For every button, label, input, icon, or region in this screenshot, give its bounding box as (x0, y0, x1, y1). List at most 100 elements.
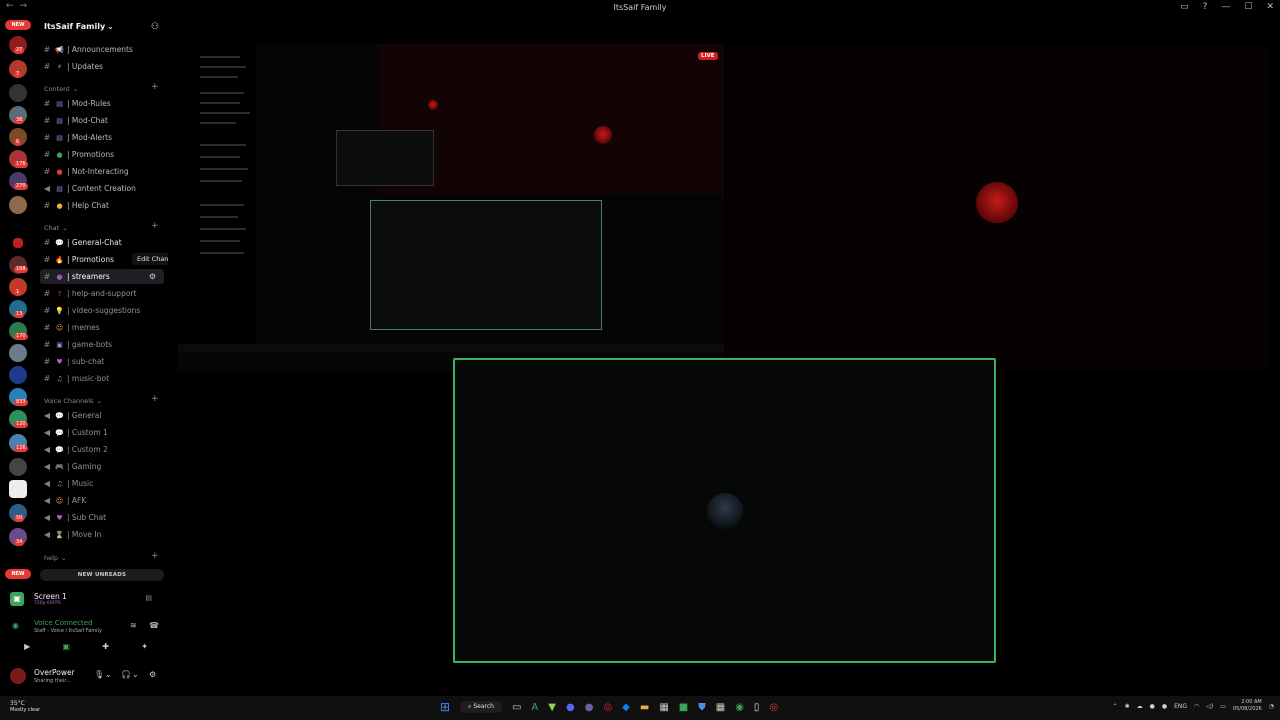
add-channel-icon[interactable]: + (151, 394, 159, 404)
disconnect-icon[interactable]: ☎ (149, 621, 159, 630)
voice-custom-2[interactable]: ◀ 💬 | Custom 2 (40, 442, 164, 457)
file-icon[interactable]: ▯ (754, 702, 760, 713)
record-icon[interactable]: ◎ (769, 702, 778, 713)
channel-mod-alerts[interactable]: # ▤ | Mod-Alerts (40, 130, 164, 145)
channel-announcements[interactable]: # 📢 | Announcements (40, 42, 164, 57)
app-icon[interactable]: A (531, 702, 538, 713)
soundboard-icon[interactable]: ✦ (141, 642, 148, 656)
channel-help-chat[interactable]: # ● | Help Chat (40, 198, 164, 213)
chrome-icon[interactable]: ◎ (603, 702, 612, 713)
server-icon[interactable] (9, 196, 27, 214)
calculator-icon[interactable]: ▦ (716, 702, 725, 713)
add-member-icon[interactable]: ⚇ (151, 22, 159, 32)
chevron-up-icon[interactable]: ⌃ (1113, 703, 1118, 710)
voice-afk[interactable]: ◀ ☺ | AFK (40, 493, 164, 508)
category-voice[interactable]: Voice Channels ⌄ (44, 397, 102, 405)
inbox-icon[interactable]: ▭ (1180, 2, 1189, 12)
microphone-icon[interactable]: 🎙 (94, 670, 104, 679)
notification-icon[interactable]: ◔ (1269, 703, 1274, 710)
clock[interactable]: 2:00 AM 05/08/2026 (1233, 699, 1262, 713)
channel-streamers[interactable]: # ● | streamers ⚙ (40, 269, 164, 284)
server-icon[interactable] (9, 84, 27, 102)
battery-icon[interactable]: ▭ (1220, 703, 1226, 710)
maximize-button[interactable]: ☐ (1244, 2, 1252, 12)
channel-music-bot[interactable]: # ♫ | music-bot (40, 371, 164, 386)
wifi-icon[interactable]: ◠ (1194, 703, 1199, 710)
windows-start-icon[interactable]: ⊞ (440, 700, 450, 714)
channel-sub-chat[interactable]: # ♥ | sub-chat (40, 354, 164, 369)
stream-tile-avatar[interactable] (726, 46, 1270, 370)
shield-icon[interactable]: ⛊ (698, 702, 706, 713)
voice-custom-1[interactable]: ◀ 💬 | Custom 1 (40, 425, 164, 440)
camera-off-icon[interactable]: ▶ (24, 642, 30, 656)
channel-general-chat[interactable]: # 💬 | General-Chat (40, 235, 164, 250)
gear-icon[interactable]: ⚙ (149, 272, 156, 281)
copilot-icon[interactable]: ◆ (622, 702, 630, 713)
add-channel-icon[interactable]: + (151, 82, 159, 92)
close-button[interactable]: ✕ (1266, 2, 1274, 12)
task-view-icon[interactable]: ▭ (512, 702, 521, 713)
server-icon[interactable] (9, 480, 27, 498)
channel-not-interacting[interactable]: # ● | Not-Interacting (40, 164, 164, 179)
server-header[interactable]: ItsSaif Family ⌄ (44, 22, 114, 31)
category-help[interactable]: help ⌄ (44, 554, 67, 562)
store-icon[interactable]: ▦ (659, 702, 668, 713)
new-pill-bottom[interactable]: NEW (5, 569, 31, 579)
channel-content-creation[interactable]: ◀ ▤ | Content Creation (40, 181, 164, 196)
voice-move-in[interactable]: ◀ ⌛ | Move In (40, 527, 164, 542)
voice-general[interactable]: ◀ 💬 | General (40, 408, 164, 423)
voice-sub-chat[interactable]: ◀ ♥ | Sub Chat (40, 510, 164, 525)
app-icon[interactable]: ■ (679, 702, 688, 713)
help-icon[interactable]: ? (1203, 2, 1208, 12)
gear-icon[interactable]: ⚙ (149, 670, 156, 679)
minimize-button[interactable]: — (1221, 2, 1230, 12)
stream-settings-icon[interactable]: ▤ (145, 594, 152, 602)
cloud-icon[interactable]: ☁ (1137, 703, 1143, 710)
channel-promotions-content[interactable]: # ● | Promotions (40, 147, 164, 162)
server-icon[interactable] (9, 344, 27, 362)
folder-icon[interactable]: ▬ (640, 702, 649, 713)
bluetooth-icon[interactable]: ✱ (1125, 703, 1130, 710)
noise-suppression-icon[interactable]: ≋ (130, 621, 137, 630)
volume-icon[interactable]: ◁) (1206, 703, 1213, 710)
app-icon[interactable]: ▼ (548, 702, 556, 713)
add-channel-icon[interactable]: + (151, 551, 159, 561)
channel-updates[interactable]: # ⚡ | Updates (40, 59, 164, 74)
new-unreads-button[interactable]: NEW UNREADS (40, 569, 164, 581)
server-icon[interactable] (9, 366, 27, 384)
activities-icon[interactable]: ✚ (102, 642, 109, 656)
headphones-icon[interactable]: 🎧 (121, 670, 131, 679)
category-chat[interactable]: Chat ⌄ (44, 224, 68, 232)
chevron-down-icon[interactable]: ⌄ (105, 670, 112, 679)
voice-connected-label[interactable]: Voice Connected (34, 619, 93, 627)
voice-music[interactable]: ◀ ♫ | Music (40, 476, 164, 491)
pin-icon[interactable]: ● (1150, 703, 1155, 710)
channel-memes[interactable]: # ☺ | memes (40, 320, 164, 335)
discord-icon[interactable]: ● (566, 702, 575, 713)
edge-icon[interactable]: ◉ (735, 702, 744, 713)
chevron-down-icon[interactable]: ⌄ (132, 670, 139, 679)
teams-icon[interactable]: ● (585, 702, 594, 713)
channel-mod-rules[interactable]: # ▤ | Mod-Rules (40, 96, 164, 111)
stream-tile-speaking[interactable] (453, 358, 996, 663)
language-indicator[interactable]: ENG (1174, 703, 1187, 710)
stream-status[interactable]: ▣ Screen 1 720p 60FPS ▤ (8, 590, 164, 610)
channel-video-suggestions[interactable]: # 💡 | video-suggestions (40, 303, 164, 318)
category-content[interactable]: Content ⌄ (44, 85, 78, 93)
new-pill-top[interactable]: NEW (5, 20, 31, 30)
voice-channel-path[interactable]: Staff - Voice / ItsSaif Family (34, 628, 102, 634)
stream-tile-nested-screen[interactable] (178, 44, 724, 372)
server-icon[interactable] (13, 238, 23, 248)
avatar[interactable] (10, 668, 26, 684)
channel-game-bots[interactable]: # ▣ | game-bots (40, 337, 164, 352)
channel-mod-chat[interactable]: # ▤ | Mod-Chat (40, 113, 164, 128)
taskbar-search[interactable]: ⌕ Search (460, 701, 502, 713)
weather-widget[interactable]: 35°C Mostly clear (10, 700, 40, 713)
server-icon[interactable] (9, 458, 27, 476)
voice-gaming[interactable]: ◀ 🎮 | Gaming (40, 459, 164, 474)
channel-help-and-support[interactable]: # ? | help-and-support (40, 286, 164, 301)
screen-share-active-icon[interactable]: ▣ (62, 642, 70, 656)
add-channel-icon[interactable]: + (151, 221, 159, 231)
username[interactable]: OverPower (34, 668, 75, 677)
mic-tray-icon[interactable]: ● (1162, 703, 1167, 710)
